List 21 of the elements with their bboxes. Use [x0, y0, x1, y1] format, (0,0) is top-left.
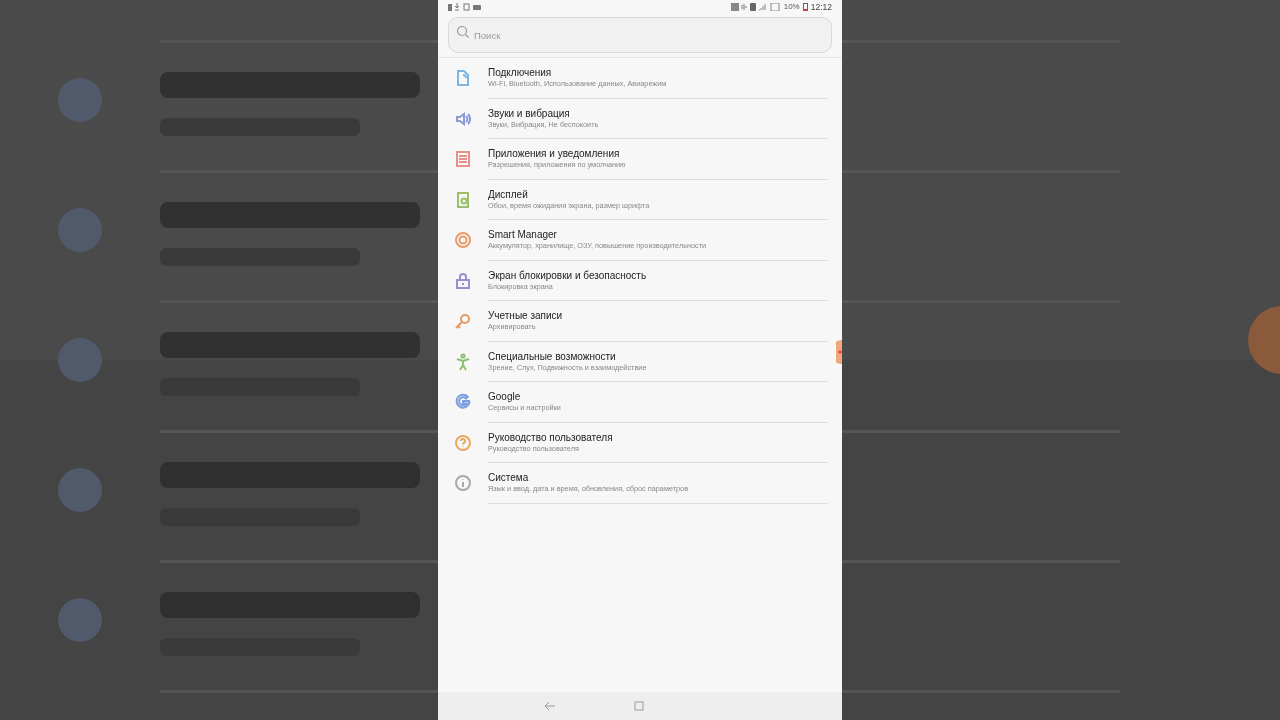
item-title: Специальные возможности: [488, 349, 617, 363]
item-title: Дисплей: [488, 187, 529, 201]
item-title: Подключения: [488, 66, 553, 80]
item-title: Учетные записи: [488, 309, 564, 323]
battery-icon: [802, 3, 808, 11]
search-field[interactable]: Поиск: [448, 17, 832, 53]
notification-icons: [448, 3, 484, 11]
item-title: Система: [488, 471, 530, 485]
item-title: Звуки и вибрация: [488, 106, 571, 120]
item-title: Экран блокировки и безопасность: [488, 268, 648, 282]
battery-percent: 10%: [783, 1, 800, 13]
clock: 12:12: [810, 0, 832, 14]
back-icon[interactable]: [544, 701, 556, 711]
floating-button-icon[interactable]: [836, 340, 842, 364]
item-title: Руководство пользователя: [488, 430, 614, 444]
item-title: Google: [488, 390, 522, 404]
item-title: Приложения и уведомления: [488, 147, 621, 161]
status-icons: [730, 3, 781, 11]
home-icon[interactable]: [634, 701, 644, 711]
item-title: Smart Manager: [488, 228, 558, 242]
search-icon: [456, 25, 470, 39]
